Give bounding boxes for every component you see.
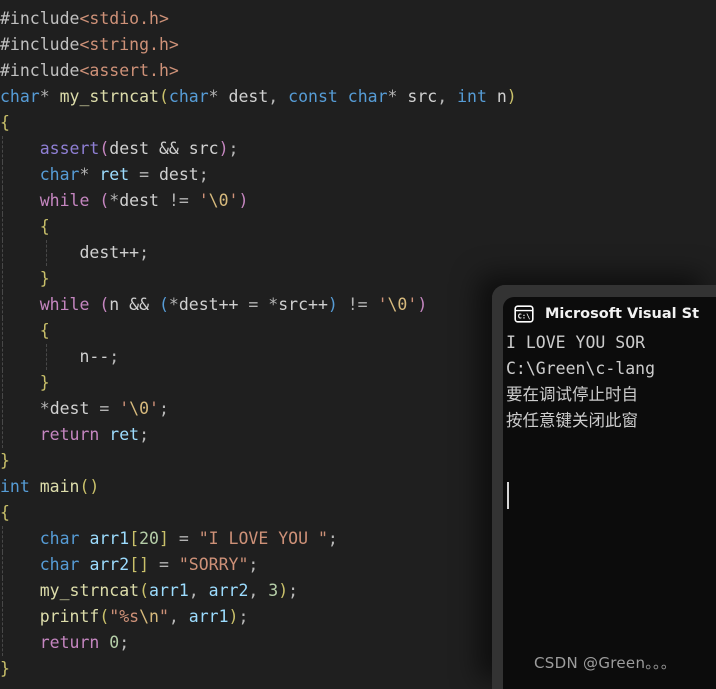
indent-guide — [2, 370, 3, 396]
indent-guide — [2, 526, 3, 552]
indent-guide — [2, 136, 3, 162]
console-output-line: 按任意键关闭此窗 — [506, 411, 638, 430]
indent-guide — [46, 240, 47, 266]
indent-guide — [2, 240, 3, 266]
code-line[interactable]: dest++; — [0, 240, 716, 266]
indent-guide — [2, 604, 3, 630]
indent-guide — [2, 422, 3, 448]
indent-guide — [2, 344, 3, 370]
code-line[interactable]: #include<assert.h> — [0, 58, 716, 84]
code-line[interactable]: #include<stdio.h> — [0, 6, 716, 32]
indent-guide — [2, 578, 3, 604]
indent-guide — [2, 552, 3, 578]
indent-guide — [2, 292, 3, 318]
indent-guide — [2, 188, 3, 214]
code-line[interactable]: char* ret = dest; — [0, 162, 716, 188]
indent-guide — [46, 344, 47, 370]
indent-guide — [2, 630, 3, 656]
indent-guide — [2, 162, 3, 188]
code-line[interactable]: #include<string.h> — [0, 32, 716, 58]
console-tab-strip[interactable] — [492, 285, 716, 297]
indent-guide — [2, 396, 3, 422]
svg-text:C:\: C:\ — [518, 312, 531, 320]
code-line[interactable]: assert(dest && src); — [0, 136, 716, 162]
code-line[interactable]: char* my_strncat(char* dest, const char*… — [0, 84, 716, 110]
console-tab-title: Microsoft Visual St — [545, 305, 700, 322]
console-output-line: C:\Green\c-lang — [506, 359, 656, 378]
indent-guide — [2, 318, 3, 344]
code-line[interactable]: while (*dest != '\0') — [0, 188, 716, 214]
console-text-cursor — [507, 482, 509, 509]
console-window[interactable]: C:\ Microsoft Visual St I LOVE YOU SOR C… — [492, 285, 716, 689]
console-output-area[interactable]: I LOVE YOU SOR C:\Green\c-lang 要在调试停止时自 … — [503, 330, 716, 689]
console-output-line: 要在调试停止时自 — [506, 385, 638, 404]
code-line[interactable]: { — [0, 110, 716, 136]
console-output-line: I LOVE YOU SOR — [506, 333, 646, 352]
indent-guide — [2, 214, 3, 240]
indent-guide — [2, 266, 3, 292]
code-line[interactable]: { — [0, 214, 716, 240]
csdn-watermark: CSDN @Green。。。 — [534, 654, 677, 672]
cmd-prompt-icon: C:\ — [514, 304, 534, 323]
console-active-tab[interactable]: C:\ Microsoft Visual St — [503, 297, 716, 330]
